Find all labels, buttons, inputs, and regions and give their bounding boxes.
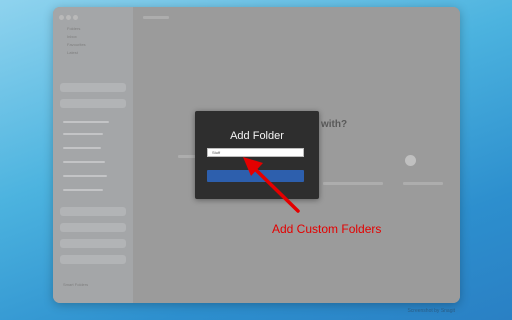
watermark: Screenshot by Snagit bbox=[407, 308, 455, 314]
annotation-arrow-icon bbox=[243, 157, 300, 213]
annotation-label: Add Custom Folders bbox=[272, 222, 382, 236]
